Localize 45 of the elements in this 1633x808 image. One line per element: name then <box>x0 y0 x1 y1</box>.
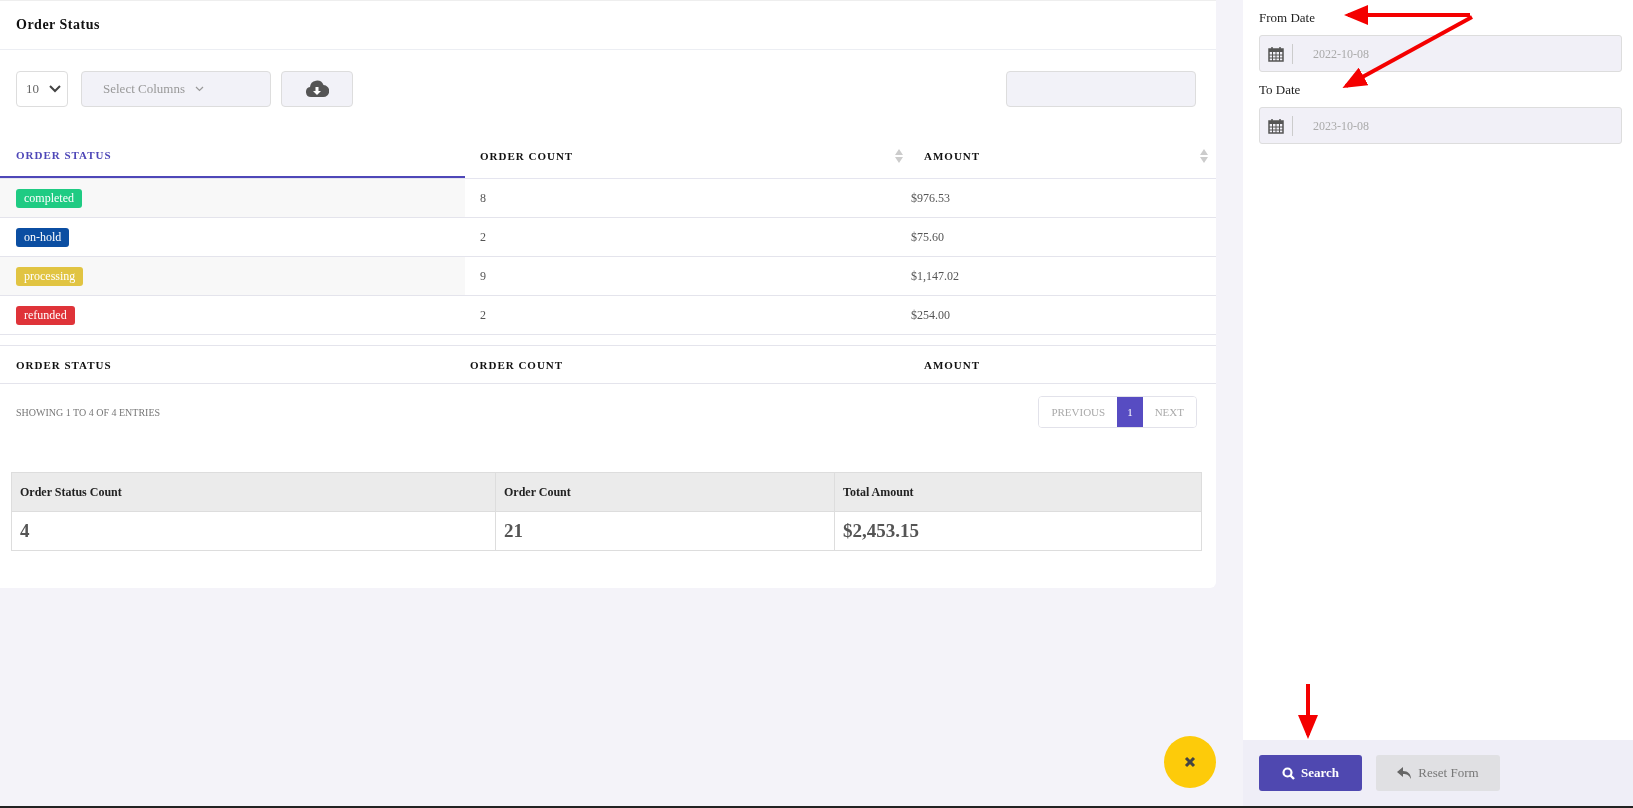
column-header[interactable]: AMOUNT <box>907 134 1216 178</box>
close-button[interactable] <box>1164 736 1216 788</box>
table-cell-text: 2 <box>479 228 487 246</box>
table-cell-text: $1,147.02 <box>910 267 960 285</box>
summary-value: 4 <box>12 512 496 550</box>
undo-arrow-icon <box>1397 767 1413 779</box>
entries-info: SHOWING 1 TO 4 OF 4 ENTRIES <box>16 406 161 418</box>
close-icon <box>1184 756 1196 768</box>
table-cell-text: $75.60 <box>910 228 945 246</box>
status-badge: refunded <box>16 305 75 325</box>
status-badge: processing <box>16 266 84 286</box>
search-button[interactable]: Search <box>1259 755 1362 791</box>
column-footer: ORDER COUNT <box>461 346 909 383</box>
card-title: Order Status <box>16 17 100 33</box>
reset-button[interactable]: Reset Form <box>1376 755 1500 791</box>
calendar-icon <box>1268 117 1284 134</box>
summary-header: Order Count <box>496 473 835 511</box>
status-badge: completed <box>16 188 82 208</box>
date-label: To Date <box>1259 82 1301 98</box>
table-cell-text: 8 <box>479 189 487 207</box>
search-field[interactable] <box>1006 71 1196 107</box>
date-label: From Date <box>1259 10 1315 26</box>
sort-icon <box>1200 149 1208 163</box>
table-cell-text: $976.53 <box>910 189 951 207</box>
summary-value: 21 <box>496 512 835 550</box>
page-button[interactable]: 1 <box>1117 397 1143 427</box>
table-cell-text: 9 <box>479 267 487 285</box>
column-footer: AMOUNT <box>908 346 1216 383</box>
column-footer: ORDER STATUS <box>0 346 462 383</box>
download-button[interactable] <box>281 71 353 107</box>
calendar-icon <box>1268 45 1284 62</box>
cloud-download-icon <box>305 80 329 98</box>
chevron-down-icon <box>49 85 61 93</box>
search-icon <box>1281 766 1295 780</box>
summary-header: Total Amount <box>842 483 915 501</box>
status-badge: on-hold <box>16 227 70 247</box>
sort-icon <box>895 149 903 163</box>
summary-value: $2,453.15 <box>842 519 920 543</box>
table-cell-text: 2 <box>479 306 487 324</box>
annotation-arrow <box>1298 684 1318 739</box>
column-header[interactable]: ORDER COUNT <box>465 134 907 178</box>
summary-header: Order Status Count <box>12 473 496 511</box>
chevron-down-icon <box>194 86 204 92</box>
table-cell-text: $254.00 <box>910 306 951 324</box>
page-size-select[interactable]: 10 <box>16 71 68 107</box>
